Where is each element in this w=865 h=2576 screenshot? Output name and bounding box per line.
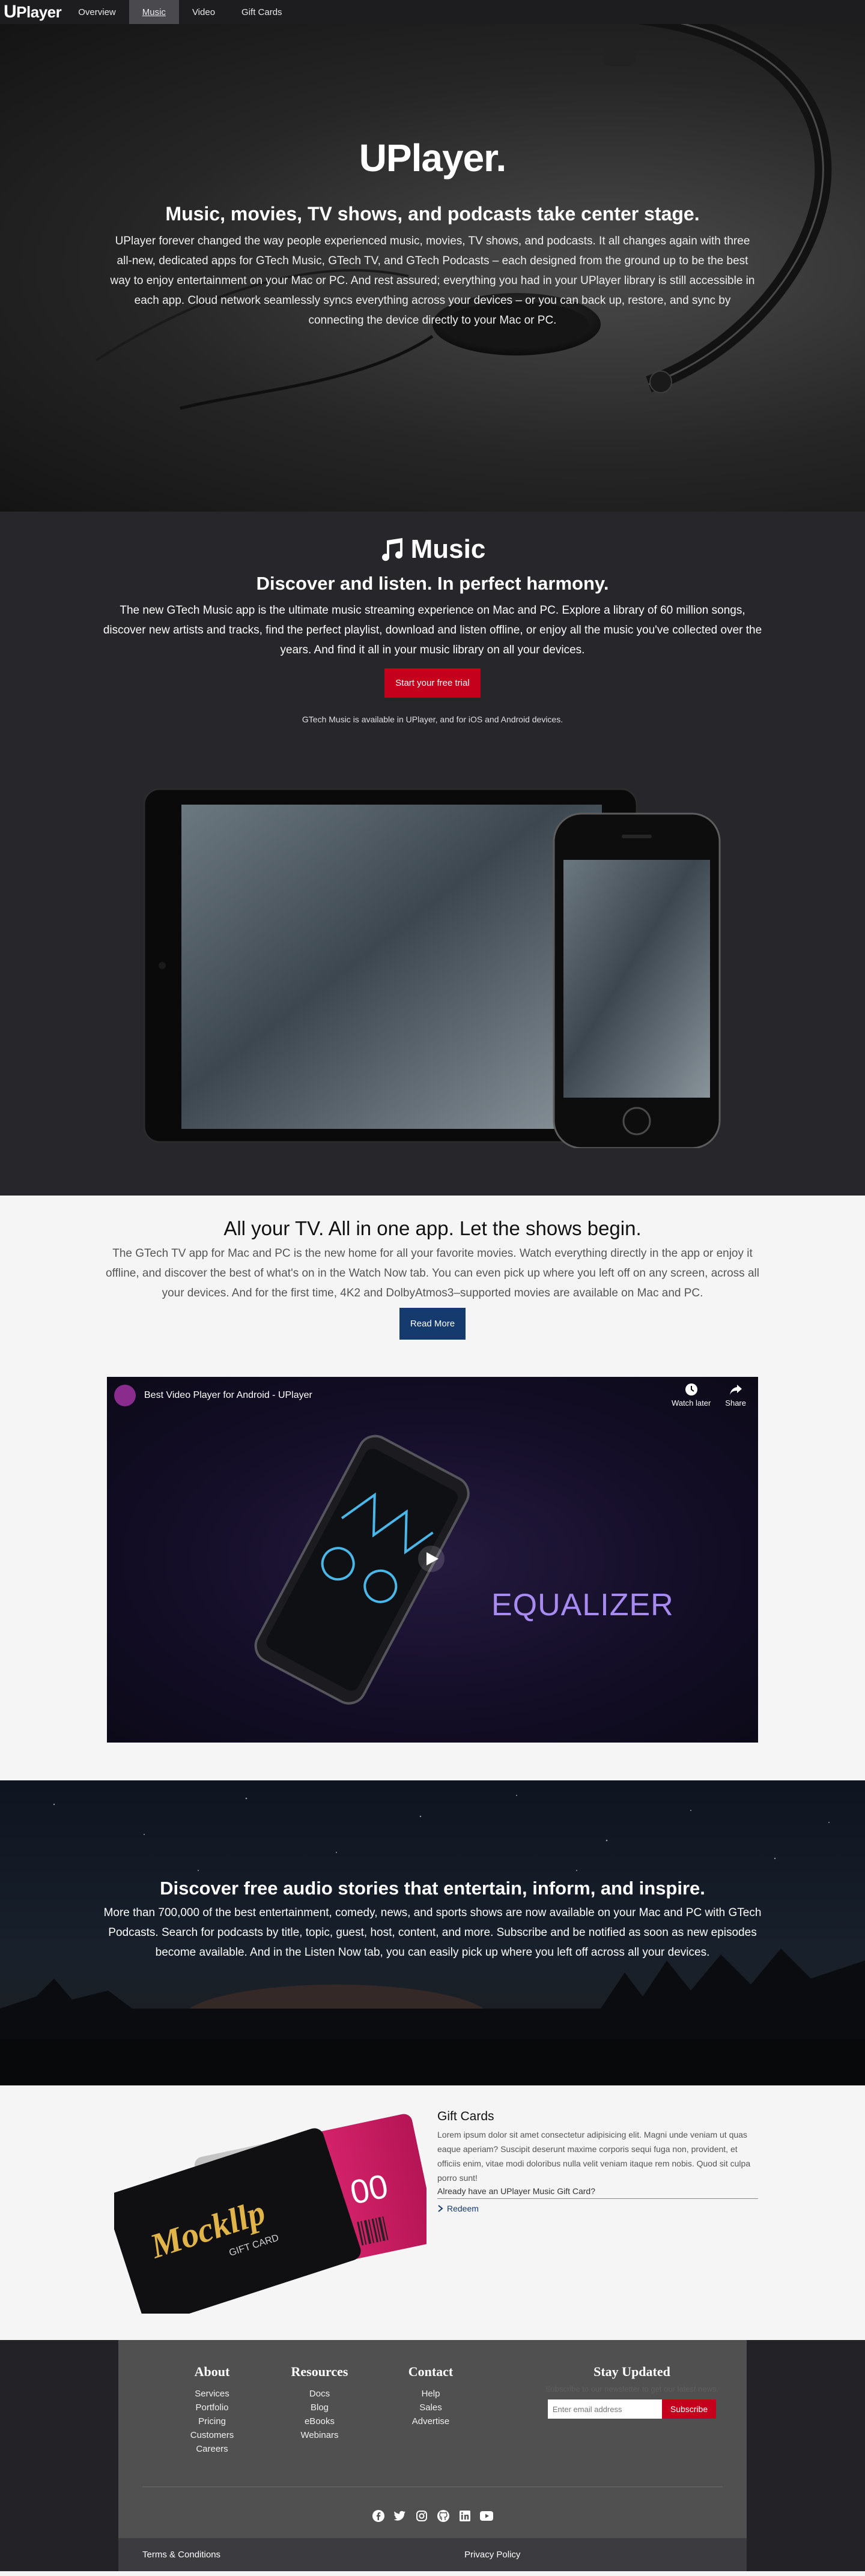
footer-col-contact: Contact Help Sales Advertise	[395, 2364, 467, 2428]
newsletter-form: Subscribe	[539, 2399, 725, 2419]
start-free-trial-button[interactable]: Start your free trial	[384, 668, 481, 698]
footer-col-title: Contact	[408, 2364, 454, 2379]
terms-link[interactable]: Terms & Conditions	[142, 2550, 220, 2560]
footer-link-careers[interactable]: Careers	[176, 2442, 248, 2456]
top-navbar: U Player Overview Music Video Gift Cards	[0, 0, 865, 24]
footer-col-title: Resources	[291, 2364, 348, 2379]
equalizer-overlay-text: EQUALIZER	[491, 1588, 674, 1622]
tv-title: All your TV. All in one app. Let the sho…	[223, 1217, 642, 1239]
footer-link-sales[interactable]: Sales	[395, 2401, 467, 2414]
footer-col-about: About Services Portfolio Pricing Custome…	[176, 2364, 248, 2456]
youtube-icon[interactable]	[480, 2509, 493, 2523]
music-title: Music	[410, 534, 486, 564]
hero-title: UPlayer.	[359, 136, 507, 180]
tv-section: All your TV. All in one app. Let the sho…	[0, 1196, 865, 1780]
gift-card-question: Already have an UPlayer Music Gift Card?	[437, 2186, 758, 2199]
footer-link-ebooks[interactable]: eBooks	[281, 2414, 359, 2428]
video-thumbnail	[254, 1435, 470, 1705]
gift-cards-body: Lorem ipsum dolor sit amet consectetur a…	[437, 2130, 751, 2183]
footer-link-services[interactable]: Services	[176, 2387, 248, 2401]
stories-body: More than 700,000 of the best entertainm…	[103, 1906, 762, 1959]
footer-link-customers[interactable]: Customers	[176, 2428, 248, 2442]
newsletter-title: Stay Updated	[593, 2364, 670, 2379]
music-note-icon	[381, 538, 402, 561]
music-heading: Music	[0, 512, 865, 564]
footer-link-pricing[interactable]: Pricing	[176, 2414, 248, 2428]
footer-link-portfolio[interactable]: Portfolio	[176, 2401, 248, 2414]
stories-section: Discover free audio stories that enterta…	[0, 1780, 865, 2085]
newsletter: Stay Updated Subscribe to our newsletter…	[539, 2364, 725, 2419]
hero-section: UPlayer. Music, movies, TV shows, and po…	[0, 24, 865, 512]
subscribe-button[interactable]: Subscribe	[661, 2399, 717, 2419]
chevron-right-icon	[438, 2205, 443, 2212]
gift-cards-text: Gift Cards Lorem ipsum dolor sit amet co…	[437, 2109, 758, 2213]
privacy-link[interactable]: Privacy Policy	[464, 2550, 520, 2560]
nav-link-video[interactable]: Video	[179, 0, 228, 24]
music-subtitle: Discover and listen. In perfect harmony.	[256, 573, 609, 594]
redeem-link[interactable]: Redeem	[437, 2204, 758, 2213]
redeem-label: Redeem	[447, 2204, 479, 2213]
github-icon[interactable]	[437, 2509, 450, 2523]
brand-logo[interactable]: U Player	[0, 0, 65, 24]
footer-link-blog[interactable]: Blog	[281, 2401, 359, 2414]
nav-link-music[interactable]: Music	[129, 0, 179, 24]
gift-cards-section: 00 Mockllp GIFT CARD Gift Cards Lorem ip…	[0, 2085, 865, 2340]
gift-card-image: 00 Mockllp GIFT CARD	[114, 2114, 426, 2314]
newsletter-email-input[interactable]	[547, 2399, 662, 2419]
footer-panel: About Services Portfolio Pricing Custome…	[118, 2340, 747, 2571]
tv-body: The GTech TV app for Mac and PC is the n…	[106, 1247, 759, 1299]
devices-image	[143, 788, 721, 1148]
footer-link-help[interactable]: Help	[395, 2387, 467, 2401]
footer-col-title: About	[194, 2364, 230, 2379]
footer-link-docs[interactable]: Docs	[281, 2387, 359, 2401]
read-more-button[interactable]: Read More	[399, 1308, 466, 1340]
music-section: Music Discover and listen. In perfect ha…	[0, 512, 865, 1196]
footer-link-webinars[interactable]: Webinars	[281, 2428, 359, 2442]
footer-link-advertise[interactable]: Advertise	[395, 2414, 467, 2428]
twitter-icon[interactable]	[393, 2509, 407, 2523]
nav-link-overview[interactable]: Overview	[65, 0, 129, 24]
social-links	[118, 2509, 747, 2523]
hero-body: UPlayer forever changed the way people e…	[110, 235, 755, 327]
video-player[interactable]: Best Video Player for Android - UPlayer …	[107, 1377, 758, 1743]
gift-card-back-number: 00	[347, 2166, 391, 2212]
facebook-icon[interactable]	[372, 2509, 385, 2523]
footer-bottom-bar: Terms & Conditions Privacy Policy	[118, 2538, 747, 2571]
nav-link-gift-cards[interactable]: Gift Cards	[228, 0, 296, 24]
hero-subtitle: Music, movies, TV shows, and podcasts ta…	[165, 203, 700, 225]
brand-logo-text: Player	[16, 2, 62, 21]
footer-col-resources: Resources Docs Blog eBooks Webinars	[281, 2364, 359, 2442]
linkedin-icon[interactable]	[458, 2509, 472, 2523]
brand-logo-u: U	[4, 2, 17, 22]
music-availability: GTech Music is available in UPlayer, and…	[302, 715, 563, 724]
stories-title: Discover free audio stories that enterta…	[160, 1878, 705, 1899]
instagram-icon[interactable]	[415, 2509, 428, 2523]
music-body: The new GTech Music app is the ultimate …	[103, 604, 762, 656]
footer: About Services Portfolio Pricing Custome…	[0, 2340, 865, 2571]
gift-cards-title: Gift Cards	[437, 2109, 494, 2123]
newsletter-hint: Subscribe to our newsletter to get our l…	[545, 2384, 719, 2393]
